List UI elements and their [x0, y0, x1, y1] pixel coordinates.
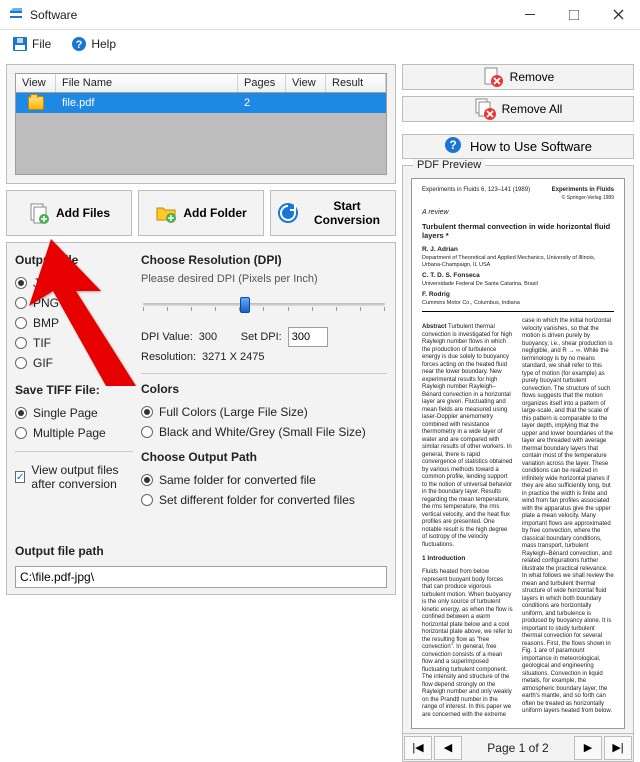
output-path-title: Choose Output Path: [141, 450, 387, 464]
cell-filename: file.pdf: [56, 94, 238, 112]
last-page-button[interactable]: ▶|: [604, 736, 632, 760]
file-path-label: Output file path: [15, 544, 387, 558]
app-logo-icon: [8, 7, 24, 23]
radio-png[interactable]: PNG: [15, 296, 133, 310]
col-pages[interactable]: Pages: [238, 74, 286, 92]
dpi-slider[interactable]: [143, 295, 385, 315]
radio-dot-icon: [15, 357, 27, 369]
save-tiff-title: Save TIFF File:: [15, 383, 133, 397]
menu-help-label: Help: [91, 37, 116, 51]
add-files-icon: [28, 202, 50, 224]
pdf-preview-panel: PDF Preview Experiments in Fluids 6, 123…: [402, 165, 634, 762]
file-list-panel: View File Name Pages View Result file.pd…: [6, 64, 396, 184]
how-to-use-button[interactable]: ? How to Use Software: [402, 134, 634, 159]
resolution-label: Resolution:: [141, 351, 196, 363]
radio-dot-icon: [15, 297, 27, 309]
close-button[interactable]: [596, 0, 640, 30]
add-files-button[interactable]: Add Files: [6, 190, 132, 236]
resolution-title: Choose Resolution (DPI): [141, 253, 387, 267]
folder-icon: [28, 96, 44, 110]
help-icon: ?: [444, 136, 462, 157]
menu-file-label: File: [32, 37, 51, 51]
set-dpi-label: Set DPI:: [241, 331, 282, 343]
delete-all-icon: [474, 98, 496, 120]
menu-help[interactable]: ? Help: [67, 34, 120, 54]
menu-file[interactable]: File: [8, 34, 55, 54]
table-header: View File Name Pages View Result: [16, 74, 386, 93]
svg-text:?: ?: [449, 138, 456, 152]
minimize-button[interactable]: [508, 0, 552, 30]
prev-page-button[interactable]: ◀: [434, 736, 462, 760]
col-view2[interactable]: View: [286, 74, 326, 92]
radio-different-folder[interactable]: Set different folder for converted files: [141, 493, 387, 507]
title-bar: Software: [0, 0, 640, 30]
help-icon: ?: [71, 36, 87, 52]
svg-text:?: ?: [76, 39, 83, 51]
output-file-title: Output File: [15, 253, 133, 267]
radio-single-page[interactable]: Single Page: [15, 406, 133, 420]
action-button-row: Add Files Add Folder Start Conversion: [6, 190, 396, 236]
first-page-button[interactable]: |◀: [404, 736, 432, 760]
maximize-button[interactable]: [552, 0, 596, 30]
pdf-preview-page: Experiments in Fluids 6, 123–141 (1989)E…: [411, 178, 625, 729]
menu-bar: File ? Help: [0, 30, 640, 58]
pdf-preview-legend: PDF Preview: [413, 159, 485, 171]
remove-button[interactable]: Remove: [402, 64, 634, 90]
page-info: Page 1 of 2: [463, 741, 573, 755]
next-page-button[interactable]: ▶: [574, 736, 602, 760]
radio-full-colors[interactable]: Full Colors (Large File Size): [141, 405, 387, 419]
remove-all-button[interactable]: Remove All: [402, 96, 634, 122]
radio-tif[interactable]: TIF: [15, 336, 133, 350]
resolution-hint: Please desired DPI (Pixels per Inch): [141, 273, 387, 285]
dpi-value: 300: [199, 331, 235, 343]
checkbox-icon: [15, 471, 25, 483]
radio-dot-icon: [141, 426, 153, 438]
start-conversion-button[interactable]: Start Conversion: [270, 190, 396, 236]
file-path-input[interactable]: [15, 566, 387, 588]
radio-dot-icon: [15, 337, 27, 349]
add-folder-icon: [155, 202, 177, 224]
radio-bmp[interactable]: BMP: [15, 316, 133, 330]
table-row[interactable]: file.pdf 2: [16, 93, 386, 113]
radio-bw-grey[interactable]: Black and White/Grey (Small File Size): [141, 425, 387, 439]
radio-gif[interactable]: GIF: [15, 356, 133, 370]
add-folder-button[interactable]: Add Folder: [138, 190, 264, 236]
radio-dot-icon: [141, 494, 153, 506]
preview-pager: |◀ ◀ Page 1 of 2 ▶ ▶|: [403, 733, 633, 761]
colors-title: Colors: [141, 382, 387, 396]
dpi-value-label: DPI Value:: [141, 331, 193, 343]
window-title: Software: [30, 8, 508, 22]
radio-dot-icon: [141, 406, 153, 418]
cell-pages: 2: [238, 94, 286, 112]
radio-dot-icon: [15, 427, 27, 439]
refresh-icon: [277, 202, 299, 224]
radio-jpg[interactable]: JPG: [15, 276, 133, 290]
set-dpi-input[interactable]: [288, 327, 328, 347]
radio-dot-icon: [15, 277, 27, 289]
save-icon: [12, 36, 28, 52]
col-filename[interactable]: File Name: [56, 74, 238, 92]
col-result[interactable]: Result: [326, 74, 386, 92]
radio-multiple-page[interactable]: Multiple Page: [15, 426, 133, 440]
col-view[interactable]: View: [16, 74, 56, 92]
resolution-value: 3271 X 2475: [202, 351, 264, 363]
check-view-output[interactable]: View output files after conversion: [15, 463, 133, 492]
radio-dot-icon: [15, 407, 27, 419]
file-table: View File Name Pages View Result file.pd…: [15, 73, 387, 175]
radio-dot-icon: [15, 317, 27, 329]
delete-icon: [482, 66, 504, 88]
radio-same-folder[interactable]: Same folder for converted file: [141, 473, 387, 487]
radio-dot-icon: [141, 474, 153, 486]
slider-thumb-icon[interactable]: [240, 297, 250, 313]
settings-panel: Output File JPG PNG BMP TIF GIF Save TIF…: [6, 242, 396, 595]
